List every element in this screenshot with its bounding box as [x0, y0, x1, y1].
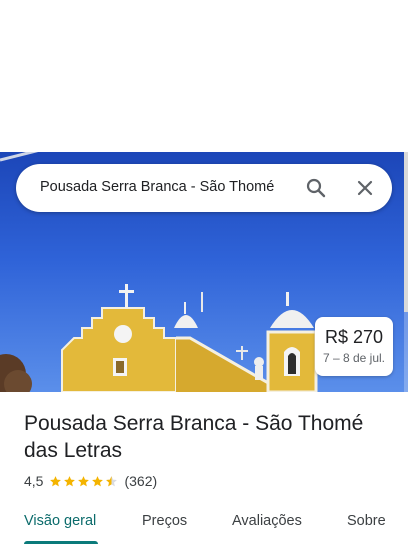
review-count[interactable]: (362) — [124, 473, 157, 489]
rating-row[interactable]: 4,5 (362) — [24, 472, 157, 490]
search-icon[interactable] — [304, 176, 328, 200]
star-icon — [78, 475, 90, 486]
half-star-icon — [106, 475, 118, 486]
star-icon — [50, 475, 62, 486]
place-title: Pousada Serra Branca - São Thomé das Let… — [24, 412, 364, 462]
price-dates: 7 – 8 de jul. — [322, 351, 386, 365]
tab-bar: Visão geral Preços Avaliações Sobre — [0, 505, 408, 544]
scrollbar-thumb[interactable] — [404, 152, 408, 312]
price-value: R$ 270 — [324, 327, 384, 347]
search-input[interactable]: Pousada Serra Branca - São Thomé — [40, 179, 274, 195]
search-bar[interactable]: Pousada Serra Branca - São Thomé — [16, 164, 392, 212]
star-icon — [64, 475, 76, 486]
price-card[interactable]: R$ 270 7 – 8 de jul. — [315, 317, 393, 376]
close-icon[interactable] — [353, 176, 377, 200]
tab-prices[interactable]: Preços — [142, 513, 187, 529]
tab-reviews[interactable]: Avaliações — [232, 513, 302, 529]
place-details-page: Pousada Serra Branca - São Thomé R$ 270 … — [0, 0, 408, 544]
rating-value: 4,5 — [24, 473, 44, 489]
star-icon — [92, 475, 104, 486]
tab-overview[interactable]: Visão geral — [24, 513, 96, 529]
star-rating — [49, 475, 119, 488]
tab-about[interactable]: Sobre — [347, 513, 386, 529]
scrollbar-track[interactable] — [404, 152, 408, 392]
